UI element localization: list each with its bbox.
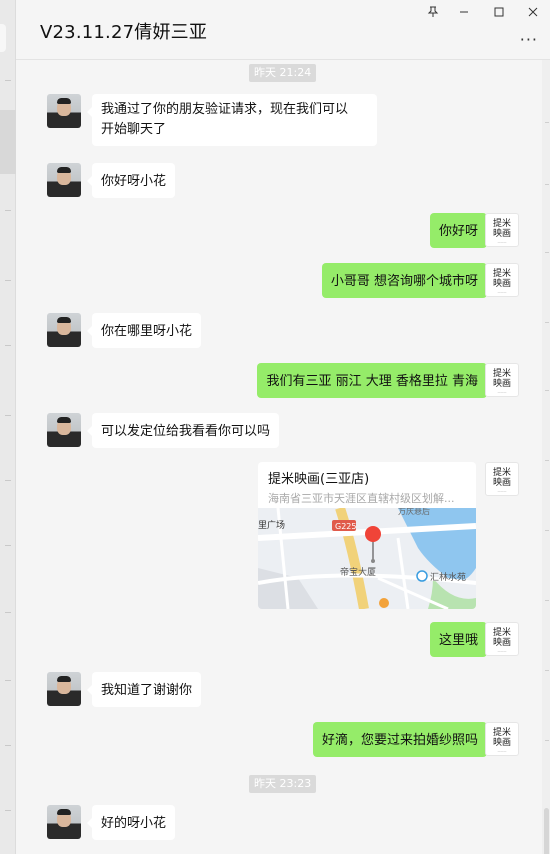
message-bubble[interactable]: 你好呀 (429, 213, 493, 248)
message-text: 你好呀小花 (101, 174, 167, 189)
contact-avatar[interactable] (47, 805, 81, 839)
more-icon[interactable]: ··· (520, 32, 538, 48)
divider (5, 280, 11, 281)
timestamp: 昨天 21:24 (249, 64, 317, 82)
message-bubble[interactable]: 我通过了你的朋友验证请求，现在我们可以 开始聊天了 (87, 94, 377, 146)
message-bubble[interactable]: 我们有三亚 丽江 大理 香格里拉 青海 (257, 363, 492, 398)
close-icon[interactable] (522, 2, 544, 22)
map-label: 万庆悬后 (398, 508, 430, 516)
self-avatar[interactable]: 提米 映画 ——— (485, 213, 519, 247)
scrollbar-thumb[interactable] (544, 808, 549, 854)
map-label: 汇林水苑 (430, 571, 466, 583)
message-bubble[interactable]: 小哥哥 想咨询哪个城市呀 (321, 263, 493, 298)
self-avatar[interactable]: 提米 映画 ——— (485, 622, 519, 656)
divider (5, 80, 11, 81)
timestamp: 昨天 23:23 (249, 775, 317, 793)
message-bubble[interactable]: 可以发定位给我看看你可以吗 (86, 413, 280, 448)
self-avatar[interactable]: 提米 映画 ——— (485, 722, 519, 756)
selected-chat-edge[interactable] (0, 110, 16, 174)
message-bubble[interactable]: 好的呀小花 (86, 805, 176, 840)
divider (5, 745, 11, 746)
message-text: 这里哦 (438, 633, 478, 648)
scrollbar[interactable] (542, 60, 550, 854)
location-address: 海南省三亚市天涯区直辖村级区划解... (268, 492, 455, 505)
location-card[interactable]: 提米映画(三亚店) 海南省三亚市天涯区直辖村级区划解... 里广场 G225 帝… (258, 462, 476, 609)
message-text: 好滴，您要过来拍婚纱照吗 (321, 733, 478, 748)
divider (5, 345, 11, 346)
contact-avatar[interactable] (47, 163, 81, 197)
chat-title: V23.11.27倩妍三亚 (40, 22, 208, 43)
message-bubble[interactable]: 我知道了谢谢你 (86, 672, 202, 707)
self-avatar[interactable]: 提米 映画 ——— (485, 462, 519, 496)
map-label: 帝宝大厦 (340, 566, 376, 578)
contact-avatar[interactable] (47, 413, 81, 447)
contact-avatar[interactable] (47, 313, 81, 347)
chat-header: V23.11.27倩妍三亚 ··· (16, 0, 550, 60)
message-text: 你好呀 (438, 224, 478, 239)
message-text: 小哥哥 想咨询哪个城市呀 (330, 274, 478, 289)
map-label: 里广场 (258, 519, 285, 531)
contact-avatar[interactable] (47, 672, 81, 706)
divider (5, 810, 11, 811)
divider (5, 415, 11, 416)
message-text: 我知道了谢谢你 (101, 683, 193, 698)
map-pin-icon (365, 526, 381, 542)
message-text: 我们有三亚 丽江 大理 香格里拉 青海 (266, 374, 478, 389)
message-bubble[interactable]: 你在哪里呀小花 (86, 313, 202, 348)
search-box-edge[interactable] (0, 24, 6, 52)
maximize-icon[interactable] (488, 2, 510, 22)
message-text: 好的呀小花 (101, 816, 167, 831)
message-text: 我通过了你的朋友验证请求，现在我们可以 (101, 102, 349, 117)
location-name: 提米映画(三亚店) (268, 472, 370, 487)
map-label: G225 (335, 522, 356, 531)
minimize-icon[interactable] (453, 2, 475, 22)
divider (5, 680, 11, 681)
divider (5, 210, 11, 211)
message-bubble[interactable]: 好滴，您要过来拍婚纱照吗 (312, 722, 493, 757)
divider (5, 612, 11, 613)
divider (5, 480, 11, 481)
location-map[interactable]: 里广场 G225 帝宝大厦 汇林水苑 万庆悬后 (258, 508, 476, 609)
divider (5, 545, 11, 546)
chat-area: 昨天 21:24 我通过了你的朋友验证请求，现在我们可以 开始聊天了 你好呀小花… (16, 60, 542, 854)
message-text: 开始聊天了 (101, 122, 167, 137)
message-text: 可以发定位给我看看你可以吗 (101, 424, 271, 439)
self-avatar[interactable]: 提米 映画 ——— (485, 363, 519, 397)
message-bubble[interactable]: 你好呀小花 (86, 163, 176, 198)
contact-avatar[interactable] (47, 94, 81, 128)
message-bubble[interactable]: 这里哦 (429, 622, 493, 657)
message-text: 你在哪里呀小花 (101, 324, 193, 339)
self-avatar[interactable]: 提米 映画 ——— (485, 263, 519, 297)
pin-icon[interactable] (422, 2, 444, 22)
sidebar-edge (0, 0, 16, 854)
